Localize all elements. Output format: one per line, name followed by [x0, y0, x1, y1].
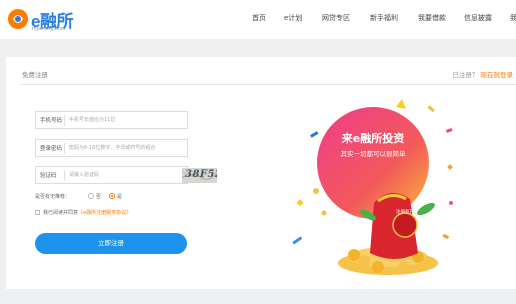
- promo-graphic-icon: [292, 99, 453, 275]
- referrer-question: 是否有无推荐：: [35, 194, 71, 200]
- nav-item-home[interactable]: 首页: [252, 13, 266, 23]
- login-link[interactable]: 现在就登录: [481, 71, 514, 79]
- logo-mark-icon: [8, 9, 28, 29]
- register-button-label: 立即注册: [98, 239, 124, 247]
- phone-field: 手机号码: [35, 111, 188, 129]
- password-field: 登录密码: [35, 139, 188, 157]
- captcha-input[interactable]: [69, 168, 149, 182]
- site-logo[interactable]: e融所 myerong.com: [7, 6, 87, 34]
- promo-stamp: 注册有礼: [396, 210, 414, 215]
- login-prompt: 已注册？ 现在就登录: [452, 69, 513, 79]
- agreement-link[interactable]: 《e融所注册服务协议》: [78, 210, 131, 216]
- captcha-image[interactable]: 38F52: [182, 168, 217, 183]
- page-title: 免费注册: [22, 71, 48, 79]
- password-input[interactable]: [69, 141, 185, 155]
- phone-input[interactable]: [69, 113, 183, 127]
- promo-illustration: 来e融所投资 其实一切都可以很简单 注册有礼: [278, 85, 466, 281]
- referrer-radio-yes[interactable]: [109, 193, 115, 199]
- phone-label: 手机号码: [40, 118, 63, 124]
- logo-domain: myerong.com: [32, 26, 66, 32]
- nav-item-borrow[interactable]: 我要借款: [418, 13, 446, 23]
- agree-checkbox[interactable]: [35, 210, 40, 215]
- field-separator: [64, 115, 65, 126]
- field-separator: [64, 170, 65, 181]
- agree-text: 我已阅读并同意《e融所注册服务协议》: [43, 209, 131, 216]
- password-label: 登录密码: [40, 146, 63, 152]
- register-button[interactable]: 立即注册: [35, 233, 187, 254]
- register-card: 免费注册 已注册？ 现在就登录 手机号码 登录密码 验证码 38F52 是否有无…: [6, 57, 516, 289]
- promo-title: 来e融所投资: [341, 132, 405, 145]
- captcha-code: 38F52: [185, 169, 217, 180]
- agree-prefix: 我已阅读并同意: [43, 210, 79, 216]
- nav-item-my-account[interactable]: 我: [510, 13, 516, 23]
- nav-item-newbie[interactable]: 新手福利: [370, 13, 398, 23]
- captcha-field: 验证码 38F52: [35, 166, 217, 184]
- nav-item-e-plan[interactable]: e计划: [284, 13, 302, 23]
- referrer-option-no-label: 否: [96, 194, 102, 200]
- top-navigation-bar: e融所 myerong.com 首页 e计划 网贷专区 新手福利 我要借款 信息…: [0, 0, 516, 39]
- promo-subtitle: 其实一切都可以很简单: [340, 150, 406, 158]
- nav-item-disclosure[interactable]: 信息披露: [464, 13, 492, 23]
- referrer-radio-no[interactable]: [88, 193, 94, 199]
- referrer-option-yes-label: 是: [117, 194, 123, 200]
- login-prompt-text: 已注册？: [452, 71, 479, 79]
- captcha-label: 验证码: [40, 173, 57, 179]
- nav-item-p2p[interactable]: 网贷专区: [322, 13, 350, 23]
- field-separator: [64, 143, 65, 154]
